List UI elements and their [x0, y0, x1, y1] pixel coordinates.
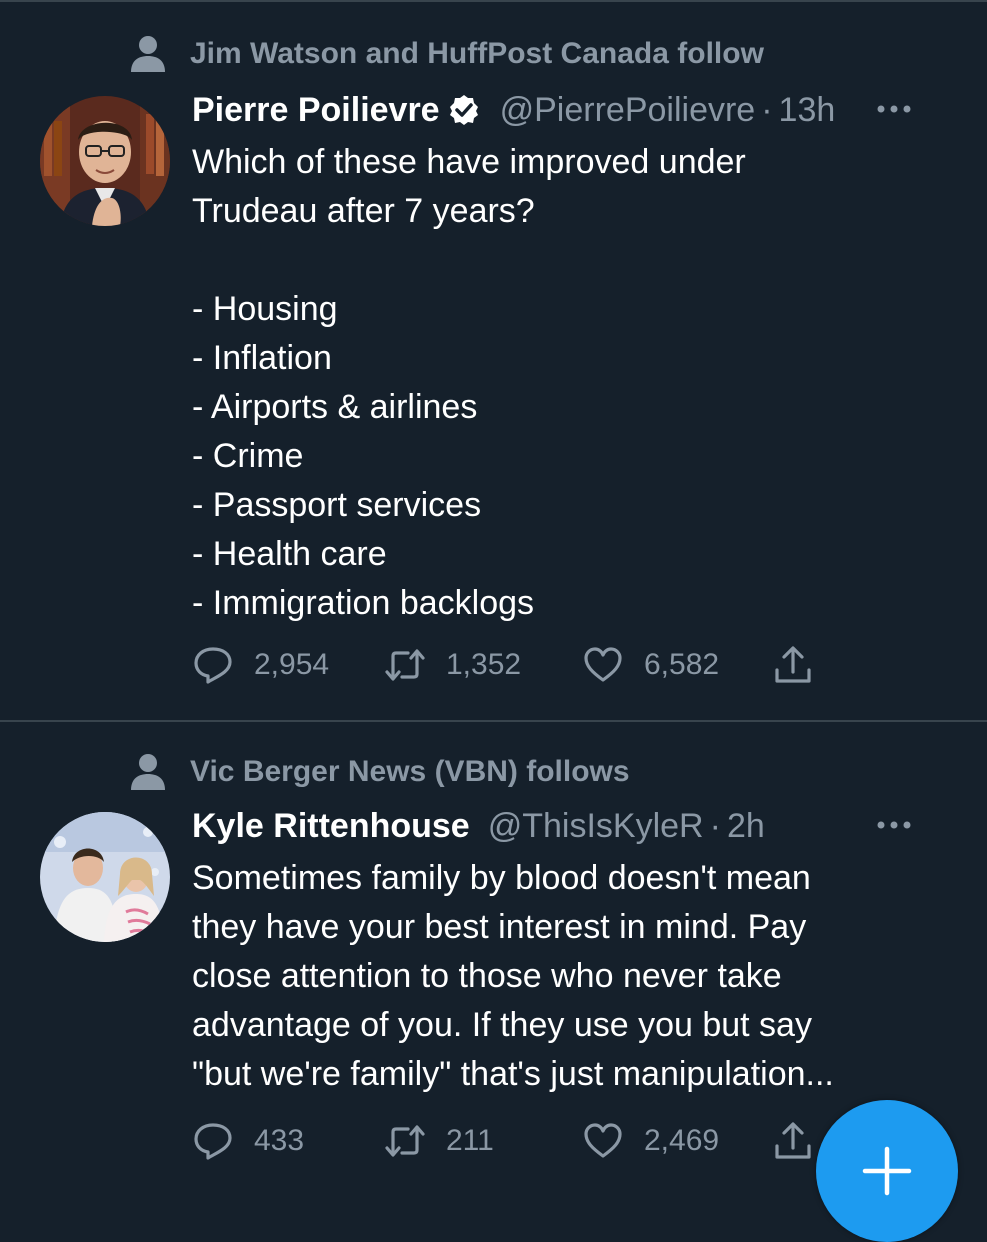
more-icon[interactable]	[875, 94, 913, 124]
tweet-text-line: - Immigration backlogs	[192, 584, 535, 622]
social-context-text: Vic Berger News (VBN) follows	[190, 755, 630, 788]
like-button[interactable]: 6,582	[582, 642, 719, 688]
tweet[interactable]: Jim Watson and HuffPost Canada follow Pi…	[0, 0, 987, 720]
avatar[interactable]	[40, 812, 170, 942]
share-icon	[775, 1122, 811, 1159]
retweet-count: 211	[446, 1124, 494, 1157]
social-context[interactable]: Vic Berger News (VBN) follows	[128, 752, 630, 792]
retweet-icon	[385, 1125, 425, 1157]
tweet-text-line: Which of these have improved under	[192, 143, 746, 181]
handle[interactable]: @PierrePoilievre	[500, 91, 756, 130]
share-icon	[775, 646, 811, 683]
tweet-text: Which of these have improved under Trude…	[192, 138, 952, 628]
retweet-button[interactable]: 211	[384, 1118, 494, 1164]
person-icon	[131, 754, 165, 790]
avatar-image	[40, 812, 170, 942]
tweet-text-line: they have your best interest in mind. Pa…	[192, 908, 807, 946]
retweet-button[interactable]: 1,352	[384, 642, 521, 688]
tweet-text-line: advantage of you. If they use you but sa…	[192, 1006, 812, 1044]
compose-tweet-button[interactable]	[816, 1100, 958, 1242]
avatar[interactable]	[40, 96, 170, 226]
person-icon	[131, 36, 165, 72]
retweet-count: 1,352	[446, 648, 522, 681]
tweet-text-line: - Airports & airlines	[192, 388, 478, 426]
separator-dot: ·	[709, 806, 721, 845]
avatar-image	[40, 96, 170, 226]
like-count: 6,582	[644, 648, 720, 681]
tweet-text-line: close attention to those who never take	[192, 957, 782, 995]
like-icon	[584, 647, 622, 682]
tweet-text-line: - Health care	[192, 535, 387, 573]
tweet-text-line: - Inflation	[192, 339, 332, 377]
tweet-text-line: - Crime	[192, 437, 304, 475]
social-context-text: Jim Watson and HuffPost Canada follow	[190, 37, 764, 70]
display-name[interactable]: Pierre Poilievre	[192, 91, 440, 130]
reply-button[interactable]: 2,954	[192, 642, 329, 688]
tweet-header: Pierre Poilievre @PierrePoilievre · 13h	[192, 86, 957, 134]
display-name[interactable]: Kyle Rittenhouse	[192, 807, 470, 846]
like-count: 2,469	[644, 1124, 720, 1157]
tweet-text: Sometimes family by blood doesn't mean t…	[192, 854, 952, 1099]
tweet-text-line: - Passport services	[192, 486, 482, 524]
timestamp[interactable]: 13h	[779, 91, 836, 130]
share-button[interactable]	[772, 642, 834, 688]
separator-dot: ·	[761, 90, 773, 129]
retweet-icon	[385, 649, 425, 681]
tweet-text-line	[192, 236, 952, 285]
tweet-text-line: Sometimes family by blood doesn't mean	[192, 859, 811, 897]
tweet-text-line: - Housing	[192, 290, 338, 328]
tweet-header: Kyle Rittenhouse @ThisIsKyleR · 2h	[192, 802, 957, 850]
tweet-text-line: "but we're family" that's just manipulat…	[192, 1055, 834, 1093]
reply-count: 433	[254, 1124, 305, 1157]
like-button[interactable]: 2,469	[582, 1118, 719, 1164]
reply-icon	[194, 647, 232, 684]
reply-count: 2,954	[254, 648, 330, 681]
handle[interactable]: @ThisIsKyleR	[488, 807, 704, 846]
social-context[interactable]: Jim Watson and HuffPost Canada follow	[128, 34, 764, 74]
like-icon	[584, 1123, 622, 1158]
reply-button[interactable]: 433	[192, 1118, 304, 1164]
more-icon[interactable]	[875, 810, 913, 840]
tweet-text-line: Trudeau after 7 years?	[192, 192, 535, 230]
plus-icon	[862, 1146, 912, 1196]
reply-icon	[194, 1123, 232, 1160]
verified-badge-icon	[449, 95, 478, 125]
timestamp[interactable]: 2h	[727, 807, 765, 846]
